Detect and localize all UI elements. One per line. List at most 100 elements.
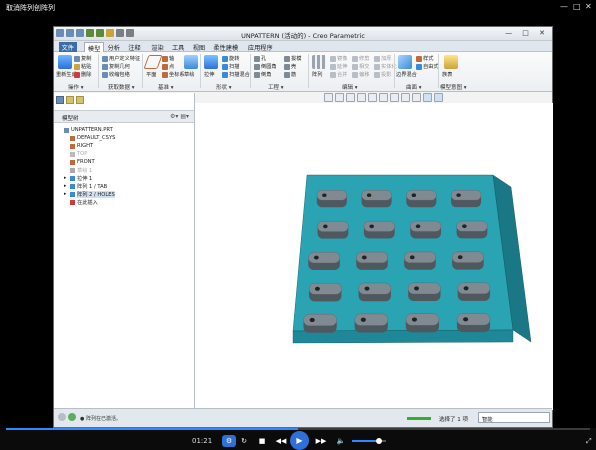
perspective-icon[interactable]	[401, 93, 410, 102]
ribbon-group-label[interactable]: 曲面 ▾	[406, 83, 422, 91]
progress-bar[interactable]	[6, 428, 590, 430]
previous-icon[interactable]: ◀◀	[274, 435, 288, 447]
hole-feature[interactable]	[463, 317, 469, 322]
thicken-button[interactable]: 加厚	[374, 55, 391, 62]
sketch-icon[interactable]	[184, 55, 198, 69]
display-style-icon[interactable]	[368, 93, 377, 102]
tab-feature[interactable]	[456, 220, 488, 239]
close-icon[interactable]: ✕	[585, 2, 592, 11]
tree-item[interactable]: ▸ 阵列 2 / HOLES	[58, 190, 115, 198]
hole-feature[interactable]	[411, 317, 418, 322]
tree-item[interactable]: RIGHT	[58, 142, 115, 150]
pattern-icon[interactable]	[312, 55, 326, 69]
ribbon-group-label[interactable]: 形状 ▾	[216, 83, 232, 91]
chamfer-button[interactable]: 倒角	[254, 71, 271, 78]
offset-button[interactable]: 偏移	[352, 71, 369, 78]
shrinkwrap-button[interactable]: 收缩包络	[102, 71, 130, 78]
extrude-button[interactable]: 拉伸	[204, 71, 214, 78]
hole-feature[interactable]	[463, 286, 469, 291]
tree-item[interactable]: 草绘 1	[58, 166, 115, 174]
revolve-button[interactable]: 旋转	[222, 55, 239, 62]
merge-button[interactable]: 合并	[330, 71, 347, 78]
family-table-icon[interactable]	[444, 55, 458, 69]
pattern-button[interactable]: 阵列	[312, 71, 322, 78]
tab-feature[interactable]	[308, 252, 341, 271]
view-manager-icon[interactable]	[390, 93, 399, 102]
tab-feature[interactable]	[450, 190, 482, 208]
selection-filter[interactable]: 智能	[478, 412, 550, 423]
hole-feature[interactable]	[364, 286, 370, 291]
tab-feature[interactable]	[354, 313, 388, 333]
tab-feature[interactable]	[363, 221, 395, 239]
hole-feature[interactable]	[411, 193, 417, 198]
spin-center-icon[interactable]	[423, 93, 432, 102]
mirror-button[interactable]: 镜像	[330, 55, 347, 62]
udf-button[interactable]: 用户定义特征	[102, 55, 140, 62]
regenerate-icon[interactable]	[58, 55, 72, 69]
project-button[interactable]: 投影	[374, 71, 391, 78]
saved-views-icon[interactable]	[379, 93, 388, 102]
fullscreen-icon[interactable]: ⤢	[586, 437, 592, 446]
expander-icon[interactable]: ▸	[64, 183, 68, 189]
ribbon-group-label[interactable]: 获取数据 ▾	[108, 83, 135, 91]
tab-feature[interactable]	[407, 282, 441, 302]
family-table-button[interactable]: 族表	[442, 71, 452, 78]
tree-item[interactable]: FRONT	[58, 158, 115, 166]
extend-button[interactable]: 延伸	[330, 63, 347, 70]
tree-item[interactable]: ▸ 拉伸 1	[58, 174, 115, 182]
refit-icon[interactable]	[324, 93, 333, 102]
tab-feature[interactable]	[405, 313, 440, 333]
model-tree-tab-icon[interactable]	[56, 96, 64, 104]
next-icon[interactable]: ▶▶	[314, 435, 328, 447]
annotation-display-icon[interactable]	[434, 93, 443, 102]
hole-feature[interactable]	[361, 255, 367, 260]
tab-feature[interactable]	[361, 190, 392, 208]
tab-feature[interactable]	[457, 282, 491, 301]
freestyle-button[interactable]: 自由式	[416, 63, 439, 70]
tab-feature[interactable]	[456, 313, 491, 333]
graphics-window[interactable]	[195, 103, 553, 410]
tab-feature[interactable]	[303, 314, 337, 333]
maximize-icon[interactable]: □	[573, 2, 581, 11]
plane-button[interactable]: 平面	[146, 71, 156, 78]
zoom-in-icon[interactable]	[335, 93, 344, 102]
hole-feature[interactable]	[462, 224, 467, 229]
settings-icon[interactable]: ⚙	[222, 435, 236, 447]
hole-feature[interactable]	[414, 286, 419, 291]
repaint-icon[interactable]	[357, 93, 366, 102]
tab-feature[interactable]	[451, 251, 484, 270]
favorites-tab-icon[interactable]	[76, 96, 84, 104]
shell-button[interactable]: 壳	[284, 63, 296, 70]
hole-feature[interactable]	[366, 193, 372, 198]
trim-button[interactable]: 修剪	[352, 55, 369, 62]
volume-icon[interactable]: 🔈	[334, 435, 348, 447]
swept-blend-button[interactable]: 扫描混合	[222, 71, 250, 78]
tab-feature[interactable]	[358, 282, 392, 302]
tree-item[interactable]: ▸ 阵列 1 / TAB	[58, 182, 115, 190]
copy-geometry-button[interactable]: 复制几何	[102, 63, 130, 70]
tab-feature[interactable]	[410, 220, 442, 239]
expander-icon[interactable]: ▸	[64, 175, 68, 181]
tab-feature[interactable]	[308, 283, 342, 302]
loop-icon[interactable]: ↻	[237, 435, 251, 447]
delete-button[interactable]: 删除	[74, 71, 91, 78]
tree-item[interactable]: DEFAULT_CSYS	[58, 134, 115, 142]
browser-toggle-icon[interactable]	[68, 413, 76, 421]
hole-button[interactable]: 孔	[254, 55, 266, 62]
hole-feature[interactable]	[360, 317, 366, 322]
tree-settings-icon[interactable]: ⚙▾ ▤▾	[170, 113, 189, 120]
plane-icon[interactable]	[143, 55, 163, 69]
hole-feature[interactable]	[369, 224, 374, 229]
ribbon-group-label[interactable]: 模型意图 ▾	[440, 83, 467, 91]
tab-feature[interactable]	[317, 221, 349, 239]
hole-feature[interactable]	[309, 317, 315, 323]
hole-feature[interactable]	[323, 224, 328, 229]
paste-button[interactable]: 粘贴	[74, 63, 91, 70]
hole-feature[interactable]	[457, 255, 463, 260]
volume-knob[interactable]	[375, 438, 382, 444]
sweep-button[interactable]: 扫描	[222, 63, 239, 70]
stop-icon[interactable]: ■	[255, 435, 269, 447]
hole-feature[interactable]	[409, 255, 415, 260]
tab-feature[interactable]	[356, 251, 388, 270]
tab-feature[interactable]	[316, 190, 347, 208]
